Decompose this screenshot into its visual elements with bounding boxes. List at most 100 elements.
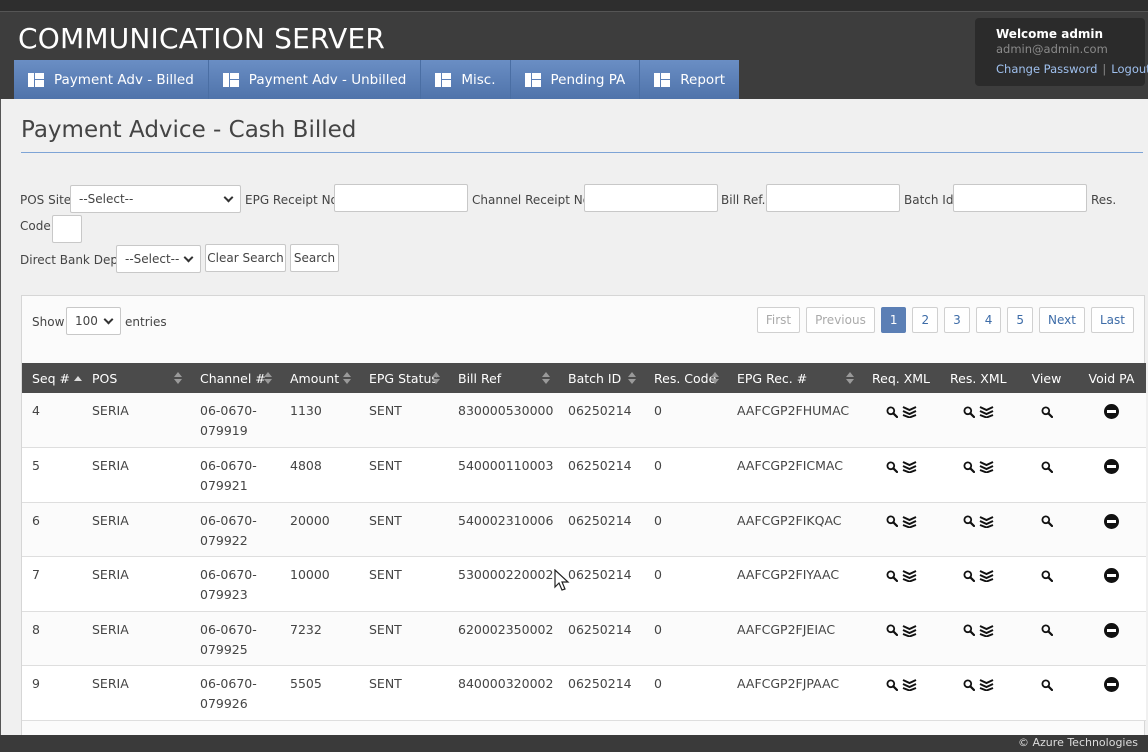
layers-icon[interactable] bbox=[977, 458, 996, 473]
pager-previous[interactable]: Previous bbox=[806, 307, 875, 333]
layers-icon[interactable] bbox=[977, 403, 996, 418]
cell-res-code: 0 bbox=[654, 621, 662, 637]
change-password-link[interactable]: Change Password bbox=[996, 62, 1097, 76]
void-circle-icon[interactable] bbox=[1104, 568, 1119, 583]
nav-label: Payment Adv - Billed bbox=[54, 71, 194, 88]
cell-res-code: 0 bbox=[654, 458, 662, 473]
search-icon[interactable] bbox=[884, 567, 900, 582]
col-seq[interactable]: Seq # bbox=[22, 363, 83, 393]
col-view: View bbox=[1031, 370, 1062, 386]
pos-site-value: --Select-- bbox=[79, 192, 134, 206]
batch-id-input[interactable] bbox=[953, 184, 1087, 212]
nav-payment-adv-billed[interactable]: Payment Adv - Billed bbox=[14, 60, 209, 99]
cell-res-xml bbox=[940, 557, 1016, 612]
nav-report[interactable]: Report bbox=[640, 60, 740, 99]
cell-void-pa bbox=[1077, 393, 1146, 448]
pager-page-4[interactable]: 4 bbox=[975, 307, 1002, 333]
col-pos[interactable]: POS bbox=[82, 363, 190, 393]
cell-channel: 06-0670- 079923 bbox=[190, 557, 280, 612]
cell-pos: SERIA bbox=[92, 403, 129, 418]
search-icon[interactable] bbox=[1039, 403, 1055, 418]
entries-select[interactable]: 100 bbox=[66, 307, 121, 335]
void-circle-icon[interactable] bbox=[1104, 622, 1119, 638]
void-circle-icon[interactable] bbox=[1104, 513, 1119, 529]
pager-page-5[interactable]: 5 bbox=[1007, 307, 1034, 333]
cell-res-xml bbox=[940, 666, 1016, 721]
search-icon[interactable] bbox=[961, 403, 977, 418]
pos-site-select[interactable]: --Select-- bbox=[70, 185, 241, 213]
search-icon[interactable] bbox=[961, 567, 977, 582]
channel-receipt-input[interactable] bbox=[584, 184, 718, 212]
cell-req-xml bbox=[862, 393, 940, 448]
cell-res-xml bbox=[940, 393, 1016, 448]
col-epg-status[interactable]: EPG Status bbox=[359, 363, 448, 393]
res-code-input[interactable] bbox=[52, 215, 82, 243]
col-res-xml: Res. XML bbox=[950, 370, 1007, 386]
search-icon[interactable] bbox=[1039, 567, 1055, 582]
search-icon[interactable] bbox=[884, 458, 900, 473]
search-icon[interactable] bbox=[961, 513, 977, 528]
direct-bank-select[interactable]: --Select-- bbox=[116, 245, 201, 273]
pager-next[interactable]: Next bbox=[1039, 307, 1085, 333]
search-icon[interactable] bbox=[1039, 622, 1055, 637]
channel-line-1: 06-0670- bbox=[200, 403, 257, 418]
search-icon[interactable] bbox=[884, 403, 900, 418]
cell-amount: 10000 bbox=[290, 567, 330, 582]
layers-icon[interactable] bbox=[977, 567, 996, 582]
layers-icon[interactable] bbox=[977, 676, 996, 691]
user-email: admin@admin.com bbox=[996, 42, 1108, 56]
layers-icon[interactable] bbox=[900, 676, 919, 691]
search-icon[interactable] bbox=[1039, 458, 1055, 473]
pager-page-1[interactable]: 1 bbox=[880, 307, 907, 333]
pager-last[interactable]: Last bbox=[1091, 307, 1134, 333]
nav-payment-adv-unbilled[interactable]: Payment Adv - Unbilled bbox=[208, 60, 422, 99]
void-circle-icon[interactable] bbox=[1104, 459, 1119, 474]
bill-ref-input[interactable] bbox=[766, 184, 900, 212]
pager-first[interactable]: First bbox=[756, 307, 801, 333]
epg-receipt-input[interactable] bbox=[334, 184, 468, 212]
search-icon[interactable] bbox=[1039, 513, 1055, 528]
col-channel[interactable]: Channel # bbox=[190, 363, 280, 393]
layers-icon[interactable] bbox=[900, 458, 919, 473]
logout-link[interactable]: Logout bbox=[1111, 62, 1148, 76]
nav-misc[interactable]: Misc. bbox=[421, 60, 511, 99]
pager-page-2[interactable]: 2 bbox=[912, 307, 939, 333]
search-icon[interactable] bbox=[961, 622, 977, 637]
search-icon[interactable] bbox=[1039, 676, 1055, 691]
col-amount[interactable]: Amount bbox=[280, 363, 359, 393]
nav-pending-pa[interactable]: Pending PA bbox=[510, 60, 641, 99]
main-nav: Payment Adv - Billed Payment Adv - Unbil… bbox=[14, 60, 740, 99]
col-epg-rec[interactable]: EPG Rec. # bbox=[727, 363, 862, 393]
cell-epg-status: SENT bbox=[369, 676, 402, 691]
cell-view bbox=[1016, 393, 1077, 448]
cell-res-code: 0 bbox=[654, 676, 662, 691]
layers-icon[interactable] bbox=[900, 403, 919, 418]
search-icon[interactable] bbox=[884, 676, 900, 691]
cell-epg-status: SENT bbox=[369, 512, 402, 528]
clear-search-button[interactable]: Clear Search bbox=[205, 244, 286, 272]
pager-page-3[interactable]: 3 bbox=[944, 307, 970, 333]
layers-icon[interactable] bbox=[900, 567, 919, 582]
col-batch-id[interactable]: Batch ID bbox=[558, 363, 644, 393]
col-bill-ref[interactable]: Bill Ref bbox=[448, 363, 558, 393]
dashboard-icon bbox=[435, 72, 452, 87]
user-box: Welcome admin admin@admin.com Change Pas… bbox=[975, 18, 1148, 86]
layers-icon[interactable] bbox=[900, 622, 919, 637]
search-icon[interactable] bbox=[961, 458, 977, 473]
col-void-pa: Void PA bbox=[1088, 370, 1135, 386]
layers-icon[interactable] bbox=[977, 622, 996, 637]
search-icon[interactable] bbox=[884, 513, 900, 528]
layers-icon[interactable] bbox=[977, 513, 996, 528]
void-circle-icon[interactable] bbox=[1104, 677, 1119, 692]
cell-bill-ref: 530000220002 bbox=[458, 567, 554, 582]
void-circle-icon[interactable] bbox=[1104, 404, 1119, 419]
search-icon[interactable] bbox=[961, 676, 977, 691]
channel-line-2: 079925 bbox=[200, 641, 248, 657]
search-button[interactable]: Search bbox=[290, 244, 339, 272]
cell-channel: 06-0670- 079925 bbox=[190, 611, 280, 666]
sort-icon bbox=[264, 372, 272, 384]
layers-icon[interactable] bbox=[900, 513, 919, 528]
search-icon[interactable] bbox=[884, 622, 900, 637]
col-res-code[interactable]: Res. Code bbox=[644, 363, 727, 393]
results-table: Seq # POS Channel # Amount EPG Status Bi… bbox=[22, 363, 1146, 721]
